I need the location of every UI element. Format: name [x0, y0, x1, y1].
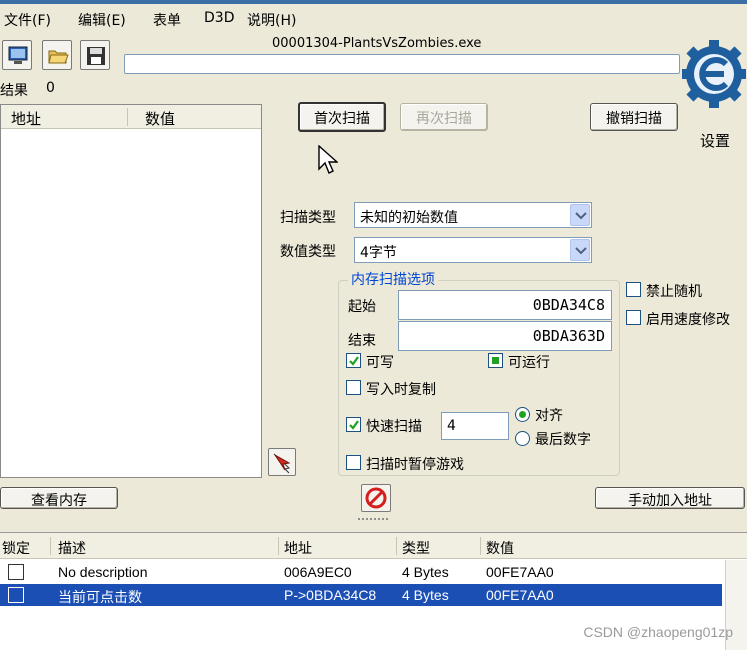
scan-results-list[interactable]: 地址 数值 [0, 104, 262, 478]
row-value: 00FE7AA0 [486, 587, 554, 603]
watermark: CSDN @zhaopeng01zp [583, 624, 733, 640]
disable-random-checkbox[interactable] [626, 282, 641, 297]
cheat-engine-logo[interactable] [680, 30, 747, 130]
open-file-button[interactable] [42, 40, 72, 70]
undo-scan-button[interactable]: 撤销扫描 [590, 103, 678, 131]
scan-results-header: 地址 数值 [1, 105, 261, 129]
column-value[interactable]: 数值 [486, 538, 514, 558]
pause-game-checkbox[interactable] [346, 455, 361, 470]
open-process-button[interactable] [2, 40, 32, 70]
column-description[interactable]: 描述 [58, 538, 86, 558]
address-table-header: 锁定 描述 地址 类型 数值 [0, 533, 747, 559]
row-type: 4 Bytes [402, 564, 449, 580]
row-address: 006A9EC0 [284, 564, 352, 580]
table-row[interactable]: No description 006A9EC0 4 Bytes 00FE7AA0 [0, 561, 722, 583]
row-description: 当前可点击数 [58, 590, 142, 606]
scan-progress-bar [124, 54, 680, 74]
menu-file[interactable]: 文件(F) [4, 10, 51, 30]
checkmark-icon [349, 420, 359, 430]
row-type: 4 Bytes [402, 587, 449, 603]
first-scan-button[interactable]: 首次扫描 [298, 102, 386, 132]
computer-icon [8, 46, 28, 64]
mouse-cursor-icon [318, 144, 339, 179]
freeze-checkbox[interactable] [8, 587, 24, 603]
row-description: No description [58, 564, 148, 580]
panel-splitter[interactable] [357, 517, 389, 521]
speedhack-label: 启用速度修改 [646, 312, 730, 328]
menu-help[interactable]: 说明(H) [247, 10, 296, 30]
last-digits-label: 最后数字 [535, 432, 591, 448]
column-address[interactable]: 地址 [11, 108, 41, 129]
memory-view-button[interactable]: 查看内存 [0, 487, 118, 509]
settings-label[interactable]: 设置 [700, 130, 730, 151]
checkmark-icon [349, 356, 359, 366]
scan-type-label: 扫描类型 [280, 210, 336, 226]
freeze-checkbox[interactable] [8, 564, 24, 580]
column-type[interactable]: 类型 [402, 538, 430, 558]
fast-scan-alignment-input[interactable]: 4 [441, 412, 509, 440]
start-address-label: 起始 [348, 299, 376, 315]
alignment-label: 对齐 [535, 408, 563, 424]
value-type-label: 数值类型 [280, 244, 336, 260]
stop-sign-icon [365, 487, 387, 509]
column-value[interactable]: 数值 [145, 108, 175, 129]
disable-random-label: 禁止随机 [646, 284, 702, 300]
alignment-radio[interactable] [515, 407, 530, 422]
row-address: P->0BDA34C8 [284, 587, 377, 603]
copy-to-table-button[interactable] [268, 448, 296, 476]
last-digits-radio[interactable] [515, 431, 530, 446]
menu-table[interactable]: 表单 [153, 10, 181, 30]
save-button[interactable] [80, 40, 110, 70]
stop-address-label: 结束 [348, 333, 376, 349]
process-title: 00001304-PlantsVsZombies.exe [272, 36, 482, 51]
menu-bar: 文件(F) 编辑(E) 表单 D3D 说明(H) [0, 4, 747, 30]
next-scan-button[interactable]: 再次扫描 [400, 103, 488, 131]
fast-scan-checkbox[interactable] [346, 417, 361, 432]
writable-checkbox[interactable] [346, 353, 361, 368]
found-label: 结果 [0, 83, 28, 99]
copy-on-write-checkbox[interactable] [346, 380, 361, 395]
chevron-down-icon[interactable] [570, 204, 590, 226]
speedhack-checkbox[interactable] [626, 310, 641, 325]
stop-address-input[interactable]: 0BDA363D [398, 321, 612, 351]
folder-open-icon [48, 50, 69, 64]
floppy-disk-icon [87, 47, 105, 65]
writable-label: 可写 [366, 355, 394, 371]
executable-label: 可运行 [508, 355, 550, 371]
chevron-down-icon[interactable] [570, 239, 590, 261]
executable-checkbox[interactable] [488, 353, 503, 368]
found-count: 0 [46, 80, 55, 96]
pause-game-label: 扫描时暂停游戏 [366, 457, 464, 473]
stop-button[interactable] [361, 484, 391, 512]
arrow-pointer-icon [273, 453, 291, 474]
value-type-select[interactable]: 4字节 [354, 237, 592, 263]
row-value: 00FE7AA0 [486, 564, 554, 580]
fast-scan-label: 快速扫描 [366, 419, 422, 435]
column-freeze[interactable]: 锁定 [2, 538, 30, 558]
memory-scan-options-title: 内存扫描选项 [348, 269, 438, 289]
start-address-input[interactable]: 0BDA34C8 [398, 290, 612, 320]
copy-on-write-label: 写入时复制 [366, 382, 436, 398]
scan-type-select[interactable]: 未知的初始数值 [354, 202, 592, 228]
menu-edit[interactable]: 编辑(E) [78, 10, 126, 30]
menu-d3d[interactable]: D3D [204, 10, 234, 26]
add-address-manually-button[interactable]: 手动加入地址 [595, 487, 745, 509]
column-address[interactable]: 地址 [284, 538, 312, 558]
table-row[interactable]: 当前可点击数 P->0BDA34C8 4 Bytes 00FE7AA0 [0, 584, 722, 606]
